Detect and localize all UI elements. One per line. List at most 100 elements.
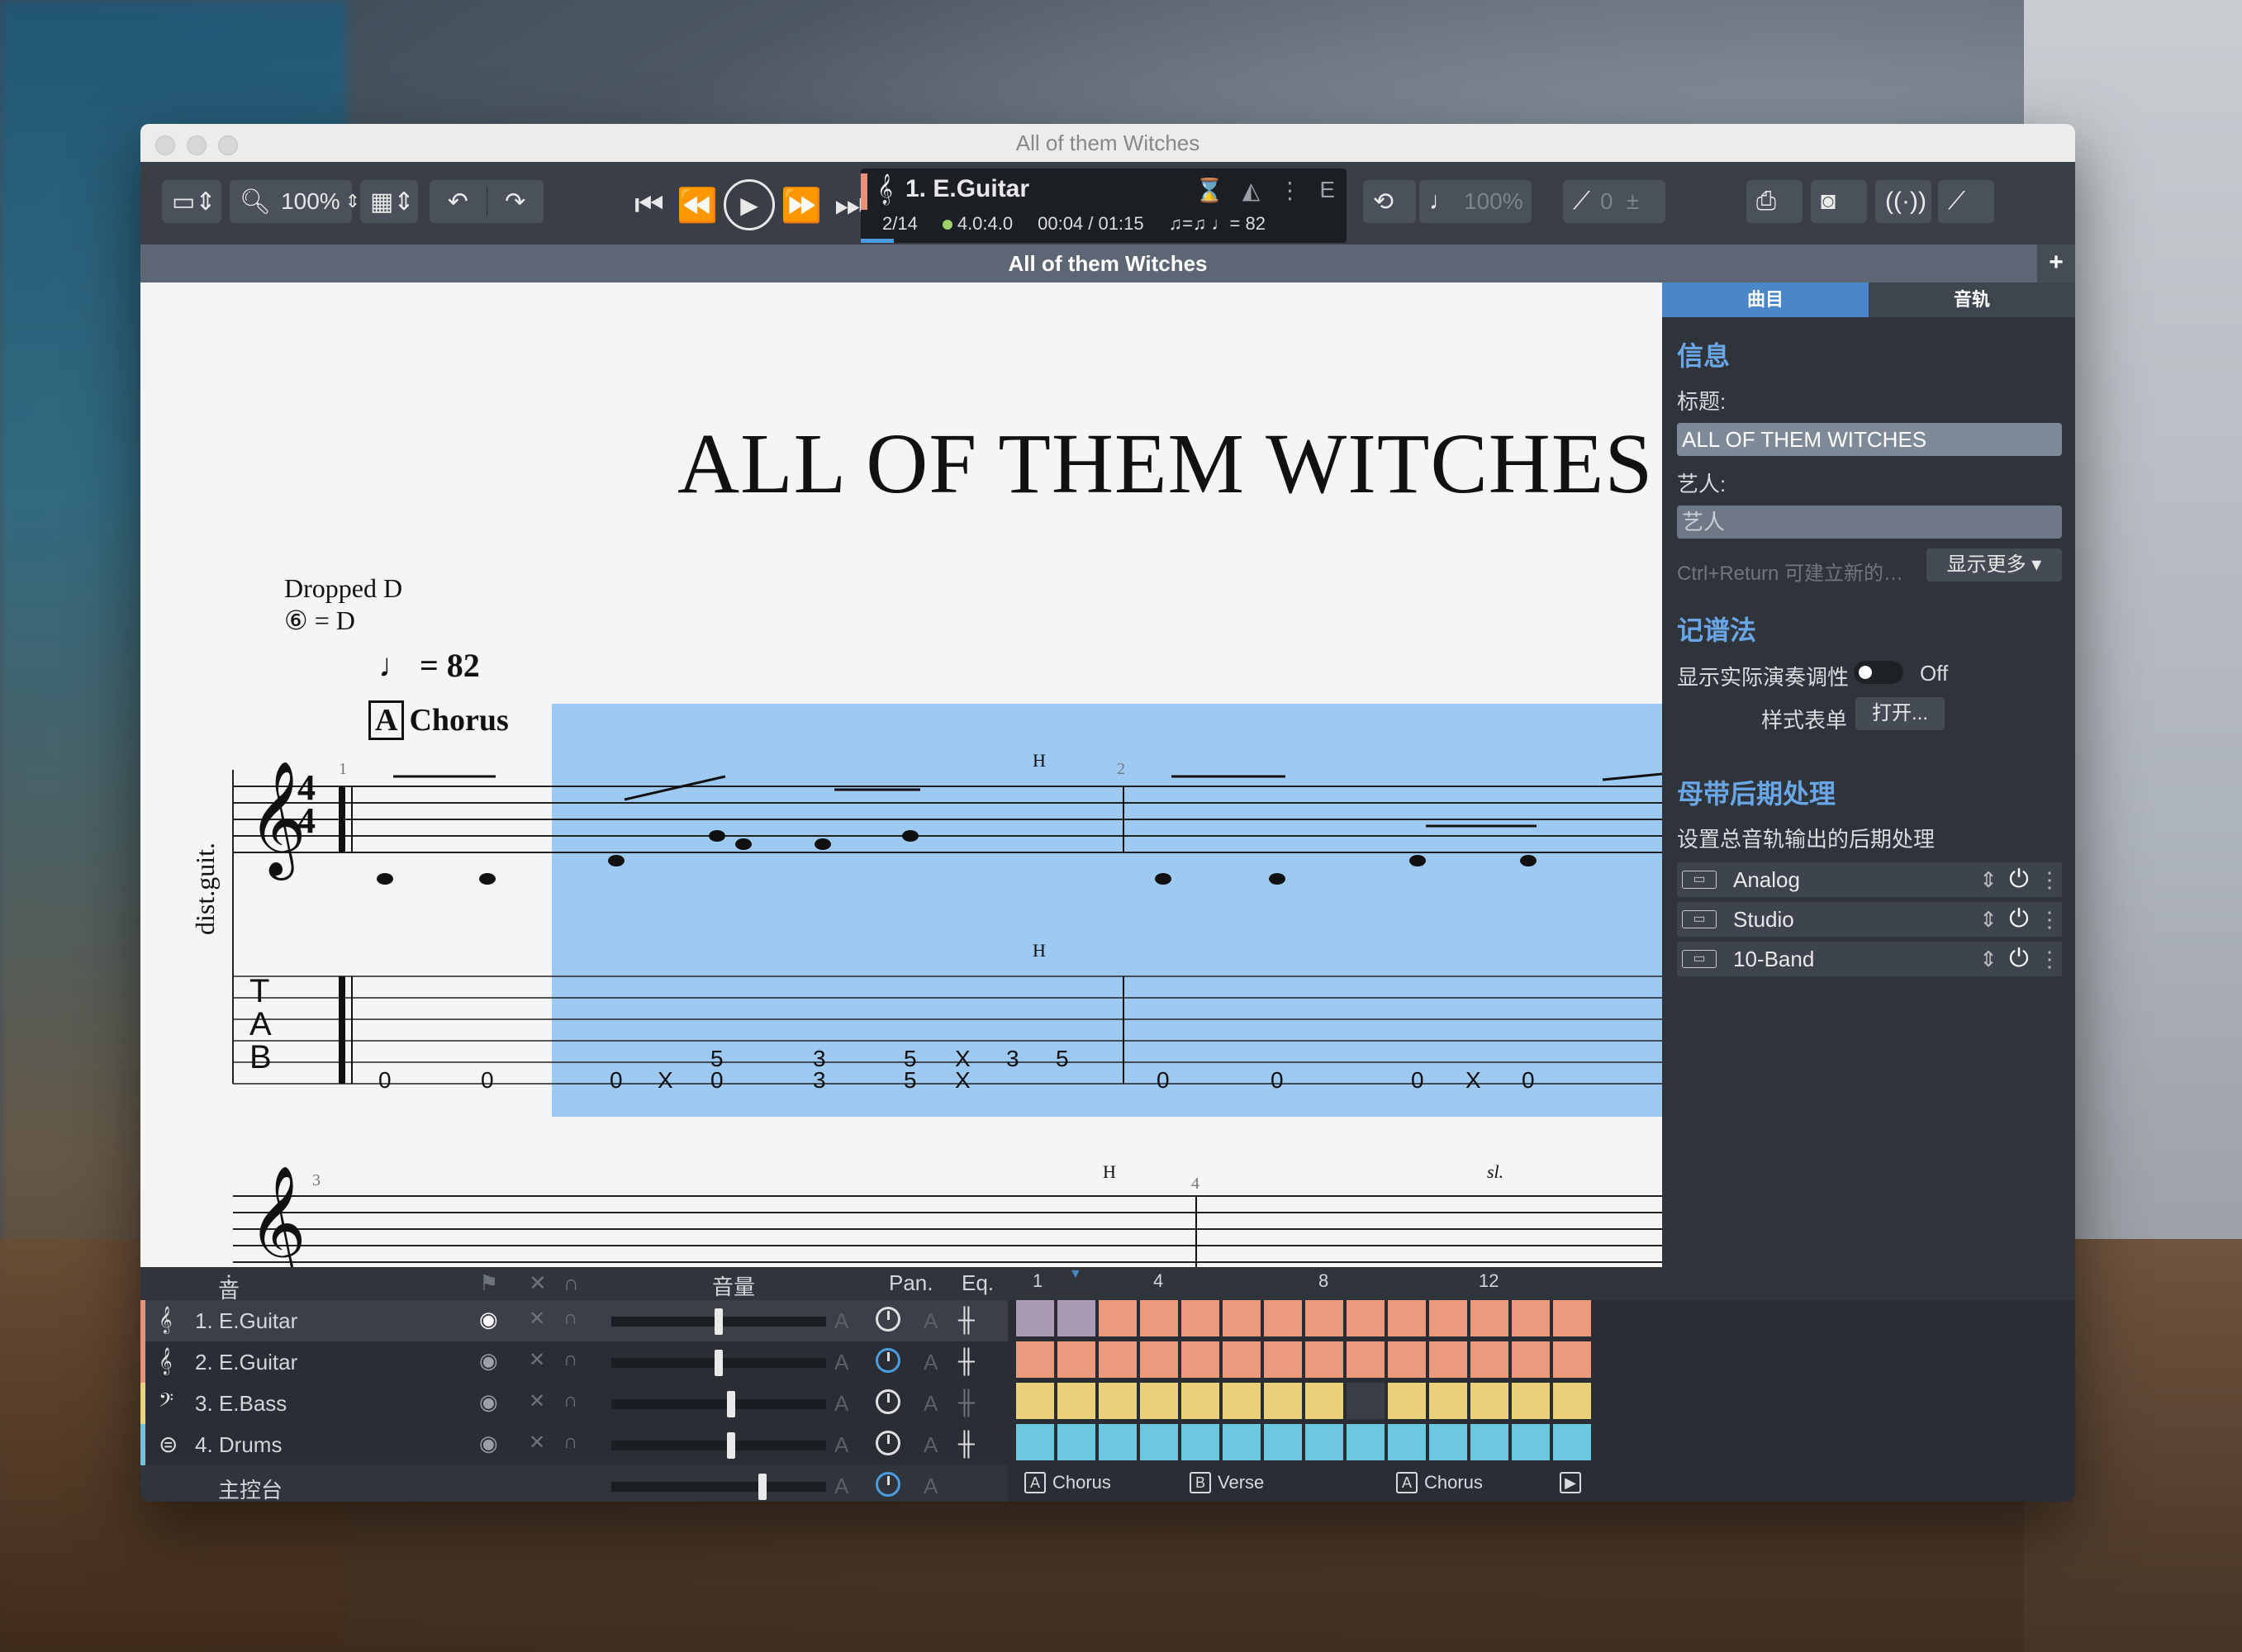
stylesheet-open-button[interactable]: 打开... [1855, 697, 1945, 730]
timeline-cell[interactable] [1016, 1383, 1056, 1421]
tab-number[interactable]: 0 [481, 1067, 494, 1094]
tab-number[interactable]: X [658, 1067, 673, 1094]
automation-icon[interactable]: A [924, 1474, 938, 1499]
automation-icon[interactable]: A [834, 1391, 848, 1417]
timeline-cell[interactable] [1223, 1300, 1262, 1338]
print-button[interactable]: ⎙ [1746, 180, 1803, 223]
pan-knob[interactable] [876, 1348, 900, 1373]
volume-slider[interactable] [611, 1432, 826, 1459]
timeline-cell[interactable] [1099, 1383, 1138, 1421]
timeline-cell[interactable] [1099, 1424, 1138, 1462]
timeline-cell[interactable] [1470, 1341, 1510, 1379]
metronome-icon[interactable]: ◭ [1242, 177, 1261, 204]
more-icon[interactable]: ⋮ [2037, 867, 2062, 893]
eq-icon[interactable]: ╫ [958, 1348, 975, 1374]
power-icon[interactable]: ⏻ [2001, 866, 2037, 894]
timeline-cell[interactable] [1553, 1341, 1593, 1379]
visibility-eye-icon[interactable]: ◉ [479, 1389, 498, 1415]
concert-pitch-toggle[interactable] [1854, 661, 1903, 684]
mute-icon[interactable]: ✕ [529, 1307, 545, 1331]
effect-selector-icon[interactable]: ⇕ [1976, 907, 2001, 933]
add-tab-button[interactable]: + [2037, 244, 2075, 282]
timeline-cell[interactable] [1016, 1300, 1056, 1338]
timeline-cell[interactable] [1305, 1300, 1345, 1338]
volume-knob[interactable] [758, 1474, 767, 1500]
mute-icon[interactable]: ✕ [529, 1389, 545, 1413]
count-in-control[interactable]: ⟋ 0 ± [1563, 180, 1665, 223]
power-icon[interactable]: ⏻ [2001, 905, 2037, 933]
automation-icon[interactable]: A [834, 1432, 848, 1458]
visibility-eye-icon[interactable]: ◉ [479, 1307, 498, 1332]
timeline-cell[interactable] [1347, 1300, 1386, 1338]
headphones-icon[interactable]: ∩ [563, 1389, 577, 1412]
timeline-cell[interactable] [1553, 1424, 1593, 1462]
volume-knob[interactable] [727, 1391, 735, 1417]
pan-knob[interactable] [876, 1307, 900, 1332]
timeline-cell[interactable] [1347, 1424, 1386, 1462]
tab-number[interactable]: 3 [1006, 1046, 1019, 1072]
timeline-cell[interactable] [1181, 1424, 1221, 1462]
timeline-cell[interactable] [1512, 1300, 1551, 1338]
volume-slider[interactable] [611, 1350, 826, 1376]
zoom-control[interactable]: 🔍︎ 100% ⇕ [230, 180, 360, 223]
tuner-button[interactable]: ⟋ [1938, 180, 1994, 223]
more-icon[interactable]: ⋮ [2037, 907, 2062, 933]
tab-number[interactable]: X [1465, 1067, 1481, 1094]
mute-icon[interactable]: ✕ [529, 1431, 545, 1455]
timeline-cell[interactable] [1181, 1341, 1221, 1379]
timeline-cell[interactable] [1470, 1300, 1510, 1338]
timeline-cell[interactable] [1264, 1341, 1304, 1379]
timeline-cell[interactable] [1512, 1341, 1551, 1379]
timeline-cell[interactable] [1305, 1341, 1345, 1379]
track-row[interactable]: ⊜ 4. Drums ◉ ✕ ∩ A A ╫ [140, 1424, 1008, 1465]
timeline-cell[interactable] [1181, 1383, 1221, 1421]
rewind-icon[interactable]: ⏪ [676, 186, 719, 225]
tab-number[interactable]: 0 [610, 1067, 623, 1094]
timeline-cell[interactable] [1099, 1300, 1138, 1338]
track-row[interactable]: 𝄞 1. E.Guitar ◉ ✕ ∩ A A ╫ [140, 1300, 1008, 1341]
tab-track[interactable]: 音轨 [1869, 282, 2075, 317]
timeline-cell[interactable] [1553, 1300, 1593, 1338]
volume-knob[interactable] [715, 1350, 723, 1376]
tab-number[interactable]: 0 [1157, 1067, 1170, 1094]
visibility-eye-icon[interactable]: ◉ [479, 1348, 498, 1374]
automation-icon[interactable]: A [924, 1432, 938, 1458]
timeline-cell[interactable] [1388, 1341, 1427, 1379]
timeline-cell[interactable] [1016, 1424, 1056, 1462]
timeline-cell[interactable] [1016, 1341, 1056, 1379]
tracks-header[interactable]: 音轨 ⋮ [218, 1270, 240, 1333]
tab-number[interactable]: 3 [813, 1067, 826, 1094]
volume-slider[interactable] [611, 1308, 826, 1335]
effect-selector-icon[interactable]: ⇕ [1976, 867, 2001, 893]
tab-number[interactable]: 0 [1522, 1067, 1535, 1094]
redo-button[interactable]: ↷ [487, 180, 544, 223]
mute-icon[interactable]: ✕ [529, 1348, 545, 1372]
speed-control[interactable]: ♩ 100% [1419, 180, 1532, 223]
timeline-cell[interactable] [1057, 1383, 1097, 1421]
effect-selector-icon[interactable]: ⇕ [1976, 947, 2001, 972]
automation-icon[interactable]: A [924, 1391, 938, 1417]
headphones-icon[interactable]: ∩ [563, 1348, 577, 1371]
view-mode-button[interactable]: ▭⇕ [162, 180, 221, 223]
show-more-button[interactable]: 显示更多 ▾ [1926, 548, 2062, 582]
timeline-cell[interactable] [1553, 1383, 1593, 1421]
timeline-cell[interactable] [1181, 1300, 1221, 1338]
timeline-cell[interactable] [1264, 1300, 1304, 1338]
lcd-track-name[interactable]: 1. E.Guitar [905, 175, 1029, 203]
eq-icon[interactable]: ╫ [958, 1389, 975, 1416]
track-row[interactable]: 𝄞 2. E.Guitar ◉ ✕ ∩ A A ╫ [140, 1341, 1008, 1383]
timeline-cell[interactable] [1223, 1424, 1262, 1462]
visibility-eye-icon[interactable]: ◉ [479, 1431, 498, 1456]
skip-start-icon[interactable]: ⏮ [628, 187, 671, 224]
timeline-cell[interactable] [1512, 1424, 1551, 1462]
volume-knob[interactable] [727, 1432, 735, 1459]
loop-button[interactable]: ⟲ [1363, 180, 1416, 223]
master-row[interactable]: 主控台 A A [140, 1465, 1008, 1502]
track-row[interactable]: 𝄢 3. E.Bass ◉ ✕ ∩ A A ╫ [140, 1383, 1008, 1424]
automation-icon[interactable]: A [834, 1308, 848, 1334]
automation-icon[interactable]: A [834, 1350, 848, 1375]
tab-number[interactable]: 0 [1411, 1067, 1424, 1094]
volume-slider[interactable] [611, 1391, 826, 1417]
timeline-cell[interactable] [1305, 1424, 1345, 1462]
timeline-cell[interactable] [1099, 1341, 1138, 1379]
